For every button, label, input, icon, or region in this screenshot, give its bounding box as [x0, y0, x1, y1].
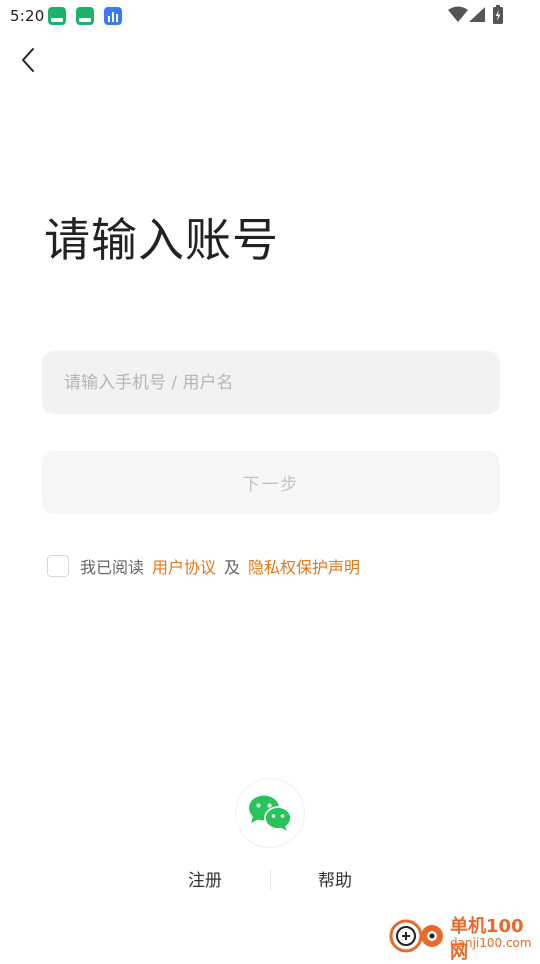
signal-icon [469, 7, 485, 22]
watermark: 单机100网 danji100.com [386, 910, 536, 963]
app-blue-icon [104, 7, 122, 25]
register-link[interactable]: 注册 [188, 866, 222, 891]
app-green-icon [48, 7, 66, 25]
account-input[interactable] [42, 351, 500, 414]
agreement-prefix: 我已阅读 [80, 558, 145, 577]
help-link[interactable]: 帮助 [318, 866, 352, 891]
privacy-policy-link[interactable]: 隐私权保护声明 [248, 554, 360, 578]
agreement-conjunction: 及 [224, 558, 241, 577]
wechat-icon [249, 795, 292, 831]
page-title: 请输入账号 [44, 213, 279, 267]
status-time: 5:20 [10, 7, 45, 25]
chevron-left-icon [22, 48, 34, 72]
next-button[interactable]: 下一步 [42, 451, 500, 514]
bottom-links: 注册 帮助 [0, 866, 540, 894]
watermark-domain: danji100.com [450, 936, 532, 950]
status-bar: 5:20 [0, 0, 540, 32]
user-agreement-link[interactable]: 用户协议 [152, 554, 216, 578]
agreement-row: 我已阅读 用户协议 及 隐私权保护声明 [47, 554, 360, 578]
agreement-checkbox[interactable] [47, 555, 69, 577]
wifi-icon [448, 6, 468, 22]
back-button[interactable] [12, 44, 44, 76]
battery-icon [493, 5, 503, 24]
app-green-icon [76, 7, 94, 25]
wechat-login-button[interactable] [236, 779, 304, 847]
watermark-logo-icon [389, 919, 443, 953]
divider [270, 870, 271, 890]
